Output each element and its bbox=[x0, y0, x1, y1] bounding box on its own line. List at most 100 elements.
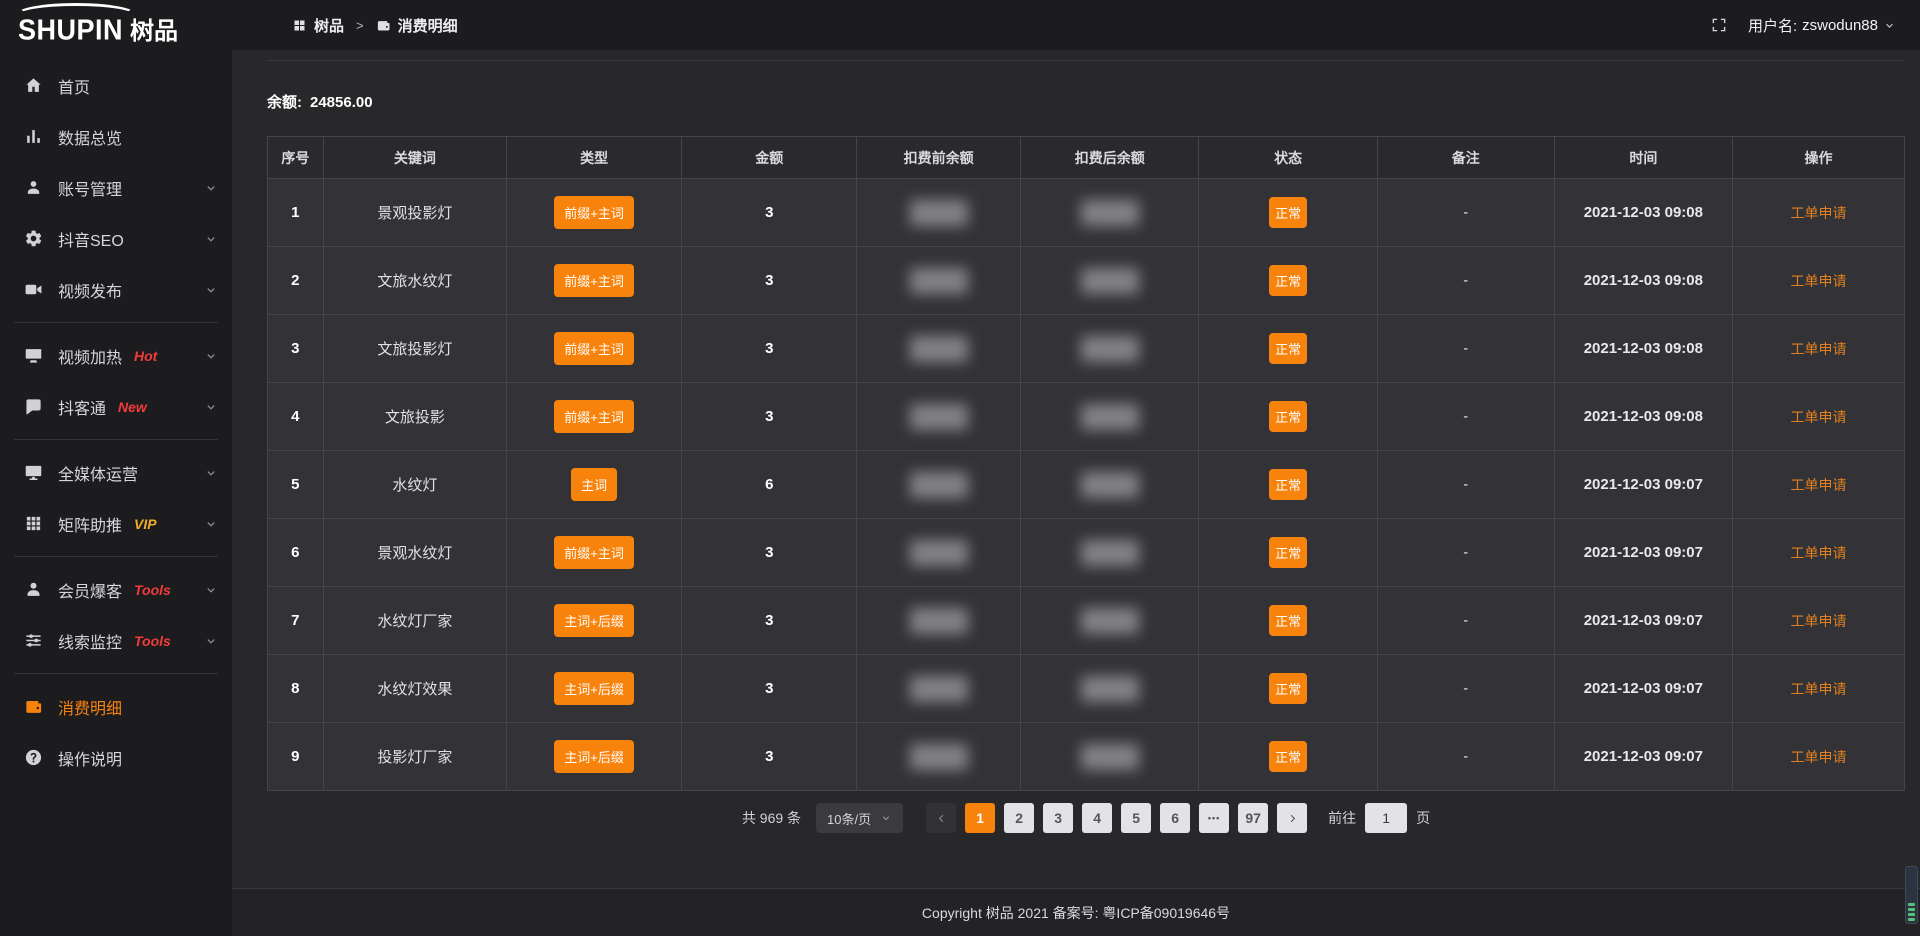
chevron-down-icon bbox=[204, 517, 218, 531]
table-row: 6景观水纹灯前缀+主词3正常-2021-12-03 09:07工单申请 bbox=[268, 519, 1905, 587]
sidebar-item-矩阵助推[interactable]: 矩阵助推 VIP bbox=[0, 498, 232, 549]
work-order-link[interactable]: 工单申请 bbox=[1791, 613, 1847, 629]
chevron-down-icon bbox=[204, 466, 218, 480]
sidebar-item-label: 账号管理 bbox=[58, 176, 122, 200]
chevron-right-icon bbox=[1286, 812, 1299, 825]
breadcrumb-label: 树品 bbox=[314, 15, 344, 36]
redacted-balance-before bbox=[910, 744, 968, 770]
page-button-6[interactable]: 6 bbox=[1160, 803, 1190, 833]
page-button-2[interactable]: 2 bbox=[1004, 803, 1034, 833]
column-header-关键词: 关键词 bbox=[323, 137, 506, 179]
sidebar-item-数据总览[interactable]: 数据总览 bbox=[0, 111, 232, 162]
cell-status: 正常 bbox=[1199, 587, 1377, 655]
sidebar-item-抖音SEO[interactable]: 抖音SEO bbox=[0, 213, 232, 264]
sidebar-item-视频加热[interactable]: 视频加热Hot bbox=[0, 330, 232, 381]
main-content: 余额:24856.00 序号关键词类型金额扣费前余额扣费后余额状态备注时间操作 … bbox=[232, 50, 1920, 833]
sidebar-item-会员爆客[interactable]: 会员爆客Tools bbox=[0, 564, 232, 615]
cell-type: 主词 bbox=[507, 451, 682, 519]
table-row: 3文旅投影灯前缀+主词3正常-2021-12-03 09:08工单申请 bbox=[268, 315, 1905, 383]
cell-status: 正常 bbox=[1199, 179, 1377, 247]
page-button-4[interactable]: 4 bbox=[1082, 803, 1112, 833]
cell-action: 工单申请 bbox=[1733, 451, 1905, 519]
work-order-link[interactable]: 工单申请 bbox=[1791, 545, 1847, 561]
redacted-balance-before bbox=[910, 540, 968, 566]
page-ellipsis[interactable]: ••• bbox=[1199, 803, 1229, 833]
wallet-icon bbox=[376, 18, 391, 33]
sidebar-item-抖客通[interactable]: 抖客通New bbox=[0, 381, 232, 432]
cell-index: 7 bbox=[268, 587, 324, 655]
status-badge: 正常 bbox=[1269, 537, 1307, 568]
goto-suffix: 页 bbox=[1416, 808, 1430, 828]
username-label: 用户名: bbox=[1748, 15, 1797, 36]
cell-time: 2021-12-03 09:07 bbox=[1554, 655, 1732, 723]
redacted-balance-before bbox=[910, 336, 968, 362]
sidebar-item-视频发布[interactable]: 视频发布 bbox=[0, 264, 232, 315]
topbar-right: 用户名: zswodun88 bbox=[1710, 15, 1896, 36]
chevron-down-icon bbox=[204, 634, 218, 648]
gear-icon bbox=[24, 229, 43, 248]
sidebar-item-消费明细[interactable]: 消费明细 bbox=[0, 681, 232, 732]
work-order-link[interactable]: 工单申请 bbox=[1791, 477, 1847, 493]
redacted-balance-before bbox=[910, 404, 968, 430]
page-button-1[interactable]: 1 bbox=[965, 803, 995, 833]
cell-action: 工单申请 bbox=[1733, 247, 1905, 315]
sidebar-item-label: 首页 bbox=[58, 74, 90, 98]
work-order-link[interactable]: 工单申请 bbox=[1791, 749, 1847, 765]
column-header-类型: 类型 bbox=[507, 137, 682, 179]
breadcrumb-item-树品[interactable]: 树品 bbox=[292, 15, 344, 36]
cell-time: 2021-12-03 09:07 bbox=[1554, 451, 1732, 519]
status-badge: 正常 bbox=[1269, 333, 1307, 364]
status-badge: 正常 bbox=[1269, 741, 1307, 772]
user-menu[interactable]: 用户名: zswodun88 bbox=[1748, 15, 1896, 36]
cell-balance-after bbox=[1021, 519, 1199, 587]
cell-keyword: 文旅投影 bbox=[323, 383, 506, 451]
status-badge: 正常 bbox=[1269, 197, 1307, 228]
chevron-down-icon bbox=[204, 400, 218, 414]
column-header-备注: 备注 bbox=[1377, 137, 1554, 179]
work-order-link[interactable]: 工单申请 bbox=[1791, 273, 1847, 289]
work-order-link[interactable]: 工单申请 bbox=[1791, 681, 1847, 697]
page-button-97[interactable]: 97 bbox=[1238, 803, 1268, 833]
cell-keyword: 投影灯厂家 bbox=[323, 723, 506, 791]
work-order-link[interactable]: 工单申请 bbox=[1791, 341, 1847, 357]
page-button-5[interactable]: 5 bbox=[1121, 803, 1151, 833]
sidebar-item-操作说明[interactable]: 操作说明 bbox=[0, 732, 232, 783]
cell-action: 工单申请 bbox=[1733, 519, 1905, 587]
prev-page-button[interactable] bbox=[926, 803, 956, 833]
sidebar-item-线索监控[interactable]: 线索监控Tools bbox=[0, 615, 232, 666]
fullscreen-icon[interactable] bbox=[1710, 16, 1728, 34]
work-order-link[interactable]: 工单申请 bbox=[1791, 205, 1847, 221]
sidebar-item-首页[interactable]: 首页 bbox=[0, 60, 232, 111]
work-order-link[interactable]: 工单申请 bbox=[1791, 409, 1847, 425]
status-badge: 正常 bbox=[1269, 469, 1307, 500]
next-page-button[interactable] bbox=[1277, 803, 1307, 833]
cell-balance-after bbox=[1021, 315, 1199, 383]
question-icon bbox=[24, 748, 43, 767]
brand-logo[interactable]: SHUPIN 树品 bbox=[0, 0, 232, 50]
sidebar-item-全媒体运营[interactable]: 全媒体运营 bbox=[0, 447, 232, 498]
column-header-序号: 序号 bbox=[268, 137, 324, 179]
goto-label: 前往 bbox=[1328, 808, 1356, 828]
goto-page-input[interactable] bbox=[1365, 803, 1407, 833]
cell-balance-after bbox=[1021, 383, 1199, 451]
page-size-select[interactable]: 10条/页 bbox=[816, 803, 903, 833]
consumption-table: 序号关键词类型金额扣费前余额扣费后余额状态备注时间操作 1景观投影灯前缀+主词3… bbox=[267, 136, 1905, 791]
cell-balance-before bbox=[857, 587, 1021, 655]
cell-action: 工单申请 bbox=[1733, 723, 1905, 791]
cell-keyword: 水纹灯 bbox=[323, 451, 506, 519]
sidebar-item-账号管理[interactable]: 账号管理 bbox=[0, 162, 232, 213]
breadcrumb-item-消费明细[interactable]: 消费明细 bbox=[376, 15, 458, 36]
cell-amount: 6 bbox=[682, 451, 857, 519]
chevron-down-icon bbox=[1883, 19, 1896, 32]
sidebar-divider bbox=[14, 673, 218, 674]
redacted-balance-before bbox=[910, 472, 968, 498]
cell-amount: 3 bbox=[682, 179, 857, 247]
sidebar-item-badge: VIP bbox=[134, 516, 157, 532]
column-header-时间: 时间 bbox=[1554, 137, 1732, 179]
type-badge: 主词+后缀 bbox=[554, 604, 634, 637]
video-icon bbox=[24, 280, 43, 299]
column-header-操作: 操作 bbox=[1733, 137, 1905, 179]
type-badge: 前缀+主词 bbox=[554, 332, 634, 365]
page-button-3[interactable]: 3 bbox=[1043, 803, 1073, 833]
sidebar-item-label: 矩阵助推 bbox=[58, 512, 122, 536]
